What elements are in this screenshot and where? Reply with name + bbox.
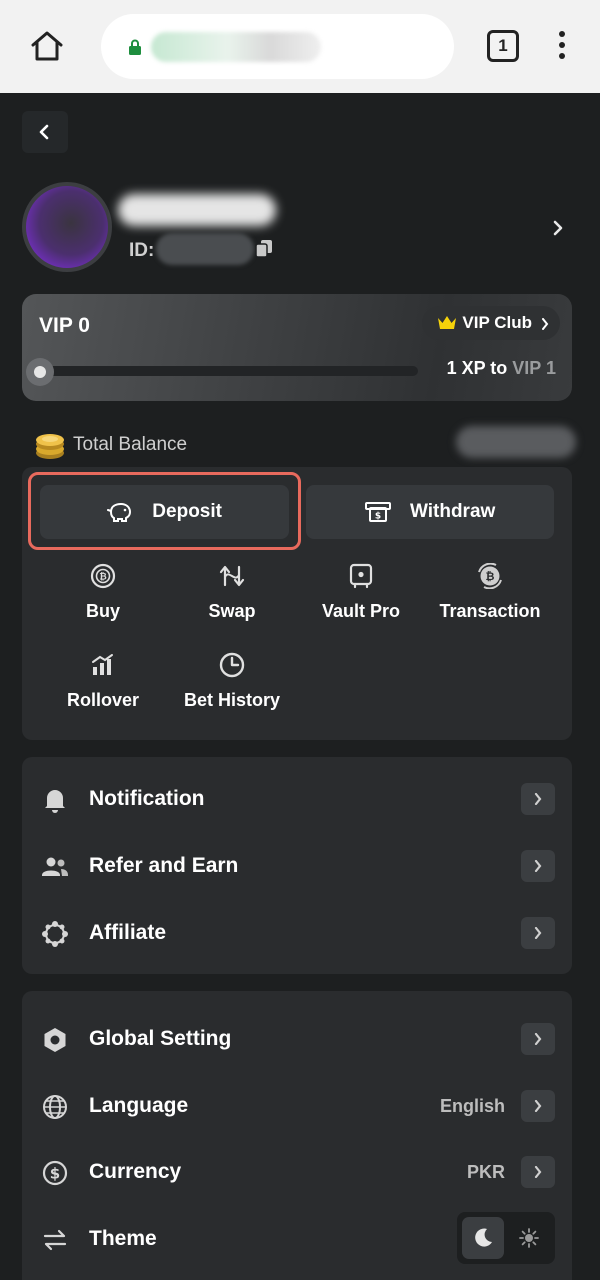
menu-item-notification[interactable]: Notification xyxy=(22,769,572,829)
menu-item-label: Theme xyxy=(89,1227,157,1250)
menu-item-global-setting[interactable]: Global Setting xyxy=(22,1009,572,1069)
affiliate-icon xyxy=(42,921,68,947)
dollar-circle-icon: $ xyxy=(42,1160,68,1186)
clock-icon xyxy=(219,652,245,678)
lock-icon xyxy=(129,39,141,55)
bitcoin-coin-icon: ₿ xyxy=(90,563,116,589)
menu-item-refer-and-earn[interactable]: Refer and Earn xyxy=(22,836,572,896)
vip-xp-text: 1 XP to VIP 1 xyxy=(447,358,556,379)
copy-icon[interactable] xyxy=(255,239,273,259)
menu-item-currency[interactable]: $ Currency PKR xyxy=(22,1142,572,1202)
dark-theme-option[interactable] xyxy=(462,1217,504,1259)
currency-value: PKR xyxy=(466,1162,505,1182)
account-menu: Notification Refer and Earn Affiliate xyxy=(22,757,572,974)
globe-icon xyxy=(43,1095,67,1119)
vip-progress-knob xyxy=(26,358,54,386)
svg-text:$: $ xyxy=(375,512,381,522)
vault-icon xyxy=(349,563,373,589)
gear-hex-icon xyxy=(44,1028,66,1052)
menu-item-label: Notification xyxy=(89,787,205,810)
chevron-right-icon xyxy=(521,917,555,949)
swap-icon xyxy=(219,565,245,587)
language-value: English xyxy=(439,1096,505,1116)
menu-item-label: Currency xyxy=(89,1160,182,1183)
action-label: Vault Pro xyxy=(321,601,401,621)
menu-item-theme: Theme xyxy=(22,1209,572,1269)
account-screen: ID: VIP 0 VIP Club 1 XP to VIP 1 Total B… xyxy=(0,93,600,1280)
total-balance-label: Total Balance xyxy=(73,434,188,455)
tab-switcher-button[interactable]: 1 xyxy=(487,30,519,62)
chevron-right-icon xyxy=(521,1156,555,1188)
coins-icon xyxy=(36,434,64,459)
url-text-redacted xyxy=(151,32,321,62)
menu-item-label: Refer and Earn xyxy=(89,854,239,877)
menu-item-label: Affiliate xyxy=(89,921,167,944)
home-icon[interactable] xyxy=(30,30,64,62)
user-id-redacted xyxy=(156,233,254,265)
vip-progress-bar xyxy=(36,366,418,376)
rollover-chart-icon xyxy=(92,654,113,675)
chevron-right-icon xyxy=(521,783,555,815)
svg-text:₿: ₿ xyxy=(99,572,106,583)
menu-item-affiliate[interactable]: Affiliate xyxy=(22,903,572,963)
avatar[interactable] xyxy=(22,182,112,272)
address-bar[interactable] xyxy=(101,14,454,79)
chevron-left-icon xyxy=(39,124,49,140)
sun-icon xyxy=(519,1228,539,1248)
withdraw-icon: $ xyxy=(364,502,391,522)
total-balance-redacted xyxy=(456,426,576,458)
action-bet-history[interactable]: Bet History xyxy=(167,652,297,711)
svg-text:₿: ₿ xyxy=(486,570,495,583)
chevron-right-icon xyxy=(521,1090,555,1122)
action-label: Rollover xyxy=(66,690,140,710)
vip-club-label: VIP Club xyxy=(462,313,532,332)
menu-item-language[interactable]: Language English xyxy=(22,1076,572,1136)
menu-item-label: Global Setting xyxy=(89,1027,232,1050)
action-label: Swap xyxy=(208,601,256,621)
chevron-right-icon xyxy=(542,318,549,330)
withdraw-label: Withdraw xyxy=(409,501,496,522)
profile-chevron-right-icon[interactable] xyxy=(551,219,565,237)
browser-toolbar: 1 xyxy=(0,0,600,93)
action-buy[interactable]: ₿ Buy xyxy=(38,563,168,622)
username-redacted xyxy=(118,194,276,226)
users-icon xyxy=(42,857,68,876)
action-vault-pro[interactable]: Vault Pro xyxy=(296,563,426,622)
light-theme-option[interactable] xyxy=(508,1217,550,1259)
transaction-icon: ₿ xyxy=(478,563,502,589)
deposit-button[interactable]: Deposit xyxy=(40,485,289,539)
user-id-label: ID: xyxy=(129,240,155,261)
vip-level: VIP 0 xyxy=(39,314,90,337)
action-label: Bet History xyxy=(183,690,281,710)
svg-text:$: $ xyxy=(50,1165,60,1183)
piggy-bank-icon xyxy=(107,502,132,522)
action-rollover[interactable]: Rollover xyxy=(38,652,168,711)
browser-menu-icon[interactable] xyxy=(556,31,568,63)
xp-remaining: 1 XP to xyxy=(446,358,508,378)
action-transaction[interactable]: ₿ Transaction xyxy=(425,563,555,622)
settings-menu: Global Setting Language English $ Curren… xyxy=(22,991,572,1280)
action-swap[interactable]: Swap xyxy=(167,563,297,622)
crown-icon xyxy=(438,316,457,329)
menu-item-label: Language xyxy=(89,1094,189,1117)
action-label: Transaction xyxy=(439,601,541,621)
deposit-label: Deposit xyxy=(152,501,222,522)
wallet-panel: Deposit $ Withdraw ₿ Buy Swap Vault Pro … xyxy=(22,467,572,740)
chevron-right-icon xyxy=(521,1023,555,1055)
next-vip-level: VIP 1 xyxy=(512,358,556,378)
swap-arrows-icon xyxy=(43,1229,67,1251)
theme-toggle[interactable] xyxy=(457,1212,555,1264)
withdraw-button[interactable]: $ Withdraw xyxy=(306,485,554,539)
bell-icon xyxy=(45,790,65,813)
moon-icon xyxy=(475,1228,492,1247)
chevron-right-icon xyxy=(521,850,555,882)
action-label: Buy xyxy=(85,601,120,621)
back-button[interactable] xyxy=(22,111,68,153)
vip-card[interactable]: VIP 0 VIP Club 1 XP to VIP 1 xyxy=(22,294,572,401)
vip-club-button[interactable]: VIP Club xyxy=(422,306,560,340)
